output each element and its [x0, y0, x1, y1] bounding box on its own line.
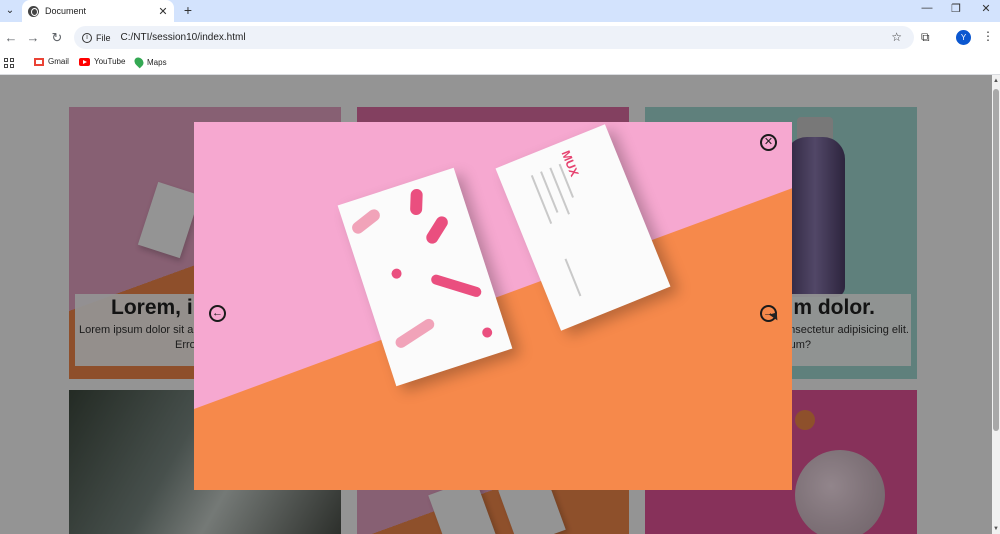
browser-tab[interactable]: Document ✕ [22, 0, 174, 22]
lightbox-prev-button[interactable]: ← [209, 305, 226, 322]
reload-icon[interactable]: ↻ [49, 30, 65, 46]
card-text-line [564, 258, 582, 297]
file-chip: File [96, 32, 111, 43]
page-viewport: Lorem, ip Lorem ipsum dolor sit am Erro … [0, 75, 992, 534]
profile-avatar[interactable]: Y [956, 30, 971, 45]
lightbox-close-button[interactable]: ✕ [760, 134, 777, 151]
bookmark-label: YouTube [94, 57, 126, 66]
maps-pin-icon [132, 55, 146, 69]
forward-icon[interactable]: → [25, 30, 41, 45]
bookmarks-bar: Gmail YouTube Maps [0, 53, 1000, 75]
card-pattern-dot [480, 326, 494, 339]
card-pattern-shape [429, 273, 483, 299]
scroll-down-icon[interactable]: ▼ [993, 526, 999, 532]
info-icon[interactable]: i [82, 32, 92, 43]
browser-toolbar: ← → ↻ i File C:/NTI/session10/index.html… [0, 22, 1000, 53]
restore-icon[interactable]: ❐ [946, 2, 966, 15]
tab-search-chevron-icon[interactable]: ⌄ [2, 2, 18, 18]
bookmark-star-icon[interactable]: ☆ [891, 30, 902, 44]
card-pattern-shape [409, 188, 423, 216]
card-pattern-dot [390, 267, 403, 280]
bookmark-youtube[interactable]: YouTube [79, 57, 125, 66]
bookmark-label: Gmail [48, 57, 69, 66]
apps-grid-icon[interactable] [4, 58, 14, 68]
bookmark-gmail[interactable]: Gmail [34, 57, 69, 66]
address-bar[interactable]: i File C:/NTI/session10/index.html ☆ [74, 26, 914, 49]
card-text-line [530, 175, 553, 224]
minimize-icon[interactable]: — [917, 2, 937, 14]
scroll-up-icon[interactable]: ▲ [993, 78, 999, 84]
page-scrollbar[interactable]: ▲ ▼ [992, 75, 1000, 534]
lightbox-modal: MUX ✕ ← → [194, 122, 792, 490]
tab-close-icon[interactable]: ✕ [156, 5, 170, 18]
scrollbar-thumb[interactable] [993, 89, 999, 431]
menu-kebab-icon[interactable]: ⋮ [982, 29, 994, 43]
gmail-icon [34, 57, 44, 66]
window-close-icon[interactable]: ✕ [976, 2, 996, 15]
tab-title: Document [45, 6, 87, 16]
globe-icon [28, 5, 39, 17]
bookmark-label: Maps [147, 57, 167, 67]
back-icon[interactable]: ← [3, 30, 19, 45]
card-pattern-shape [424, 214, 451, 246]
card-pattern-shape [349, 206, 383, 237]
extensions-puzzle-icon[interactable]: ⧉ [921, 30, 930, 45]
url-text[interactable]: C:/NTI/session10/index.html [121, 32, 246, 43]
youtube-icon [79, 57, 90, 66]
bookmark-maps[interactable]: Maps [132, 55, 167, 69]
tab-strip: ⌄ Document ✕ + — ❐ ✕ [0, 0, 1000, 22]
card-pattern-shape [393, 316, 437, 350]
new-tab-button[interactable]: + [180, 2, 196, 18]
